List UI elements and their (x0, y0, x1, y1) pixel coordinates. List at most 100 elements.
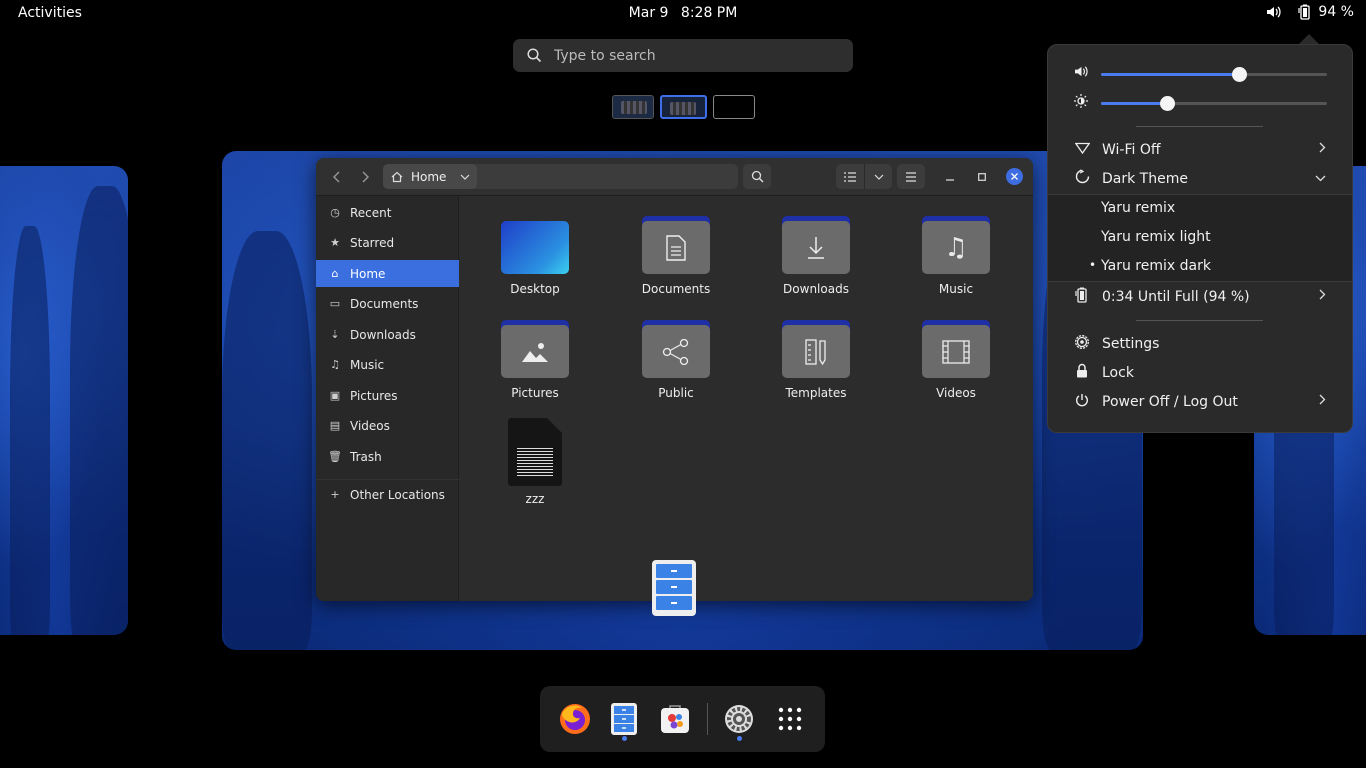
places-sidebar: ◷ Recent ★ Starred ⌂ Home ▭ Documents ⇣ … (316, 196, 459, 601)
settings-label: Settings (1102, 335, 1160, 352)
maximize-icon (978, 172, 986, 181)
sidebar-item-recent[interactable]: ◷ Recent (316, 199, 459, 226)
sidebar-item-other-locations[interactable]: + Other Locations (316, 481, 459, 508)
workspace-thumbnail-empty[interactable] (713, 95, 755, 119)
chevron-right-icon (362, 171, 369, 182)
dark-theme-label: Dark Theme (1102, 170, 1188, 187)
battery-menu-item[interactable]: 0:34 Until Full (94 %) (1048, 282, 1352, 311)
theme-option-yaru-remix-dark[interactable]: • Yaru remix dark (1089, 258, 1211, 274)
chevron-down-icon (461, 174, 470, 180)
minimize-button[interactable] (940, 164, 960, 189)
download-icon: ⇣ (330, 328, 340, 341)
lock-label: Lock (1102, 364, 1134, 381)
document-icon: ▭ (329, 297, 341, 310)
sidebar-item-home[interactable]: ⌂ Home (316, 260, 459, 287)
picture-icon: ▣ (329, 389, 341, 402)
brightness-slider[interactable] (1074, 93, 1328, 113)
wifi-menu-item[interactable]: Wi-Fi Off (1048, 135, 1352, 164)
sidebar-item-downloads[interactable]: ⇣ Downloads (316, 321, 459, 348)
plus-icon: + (330, 488, 340, 501)
battery-percent: 94 % (1318, 4, 1354, 20)
volume-slider[interactable] (1074, 64, 1328, 84)
public-folder-icon (642, 320, 710, 378)
files-window[interactable]: Home ◷ Recent ★ Starred ⌂ Home ▭ Documen… (316, 158, 1033, 601)
sidebar-item-pictures[interactable]: ▣ Pictures (316, 382, 459, 409)
sidebar-item-starred[interactable]: ★ Starred (316, 229, 459, 256)
file-item-music[interactable]: ♫ Music (901, 216, 1011, 296)
file-item-documents[interactable]: Documents (621, 216, 731, 296)
lock-icon (1074, 363, 1090, 382)
file-item-pictures[interactable]: Pictures (480, 320, 590, 400)
sidebar-item-label: Trash (350, 449, 382, 464)
power-menu-item[interactable]: Power Off / Log Out (1048, 387, 1352, 416)
brightness-fill (1101, 102, 1167, 105)
home-icon: ⌂ (331, 267, 339, 280)
brightness-knob[interactable] (1159, 96, 1175, 111)
workspace-thumbnail-active[interactable] (660, 95, 707, 119)
file-item-public[interactable]: Public (621, 320, 731, 400)
video-icon: ▤ (329, 419, 341, 432)
close-button[interactable] (1006, 168, 1023, 185)
maximize-button[interactable] (972, 164, 992, 189)
volume-knob[interactable] (1231, 67, 1247, 82)
sidebar-item-music[interactable]: ♫ Music (316, 351, 459, 378)
sidebar-item-label: Downloads (350, 327, 416, 342)
file-item-downloads[interactable]: Downloads (761, 216, 871, 296)
theme-option-yaru-remix-light[interactable]: Yaru remix light (1101, 229, 1211, 245)
chevron-left-icon (333, 171, 340, 182)
file-label: Downloads (783, 282, 849, 296)
file-item-videos[interactable]: Videos (901, 320, 1011, 400)
hamburger-icon (906, 171, 916, 182)
brightness-track[interactable] (1101, 96, 1327, 111)
workspace-thumbnail[interactable] (612, 95, 654, 119)
path-crumb-home[interactable]: Home (383, 164, 477, 189)
file-item-zzz[interactable]: zzz (480, 418, 590, 506)
app-grid-icon[interactable] (772, 701, 808, 737)
volume-track[interactable] (1101, 67, 1327, 82)
lock-menu-item[interactable]: Lock (1048, 358, 1352, 387)
wifi-off-icon (1074, 142, 1090, 158)
settings-menu-item[interactable]: Settings (1048, 329, 1352, 358)
dark-theme-menu-item[interactable]: Dark Theme (1048, 164, 1352, 193)
battery-charging-icon (1298, 4, 1311, 20)
music-icon: ♫ (330, 358, 340, 371)
view-options-button[interactable] (864, 164, 892, 189)
file-item-templates[interactable]: Templates (761, 320, 871, 400)
file-item-desktop[interactable]: Desktop (480, 216, 590, 296)
files-icon[interactable] (606, 701, 642, 737)
back-button[interactable] (326, 164, 348, 189)
theme-option-yaru-remix[interactable]: Yaru remix (1101, 200, 1175, 216)
volume-icon (1074, 65, 1089, 82)
pictures-folder-icon (501, 320, 569, 378)
battery-charging-icon (1074, 287, 1090, 307)
window-preview (621, 101, 647, 114)
main-menu-button[interactable] (897, 164, 925, 189)
file-label: zzz (525, 492, 545, 506)
menu-separator (1136, 126, 1263, 127)
sidebar-item-documents[interactable]: ▭ Documents (316, 290, 459, 317)
clock-time: 8:28 PM (680, 5, 738, 21)
file-label: Public (658, 386, 694, 400)
file-label: Videos (936, 386, 976, 400)
clock[interactable]: Mar 9 8:28 PM (0, 5, 1366, 21)
system-indicators[interactable]: 94 % (1266, 4, 1354, 20)
view-list-button[interactable] (836, 164, 864, 189)
forward-button[interactable] (354, 164, 376, 189)
firefox-icon[interactable] (557, 701, 593, 737)
sidebar-item-trash[interactable]: 🗑︎ Trash (316, 443, 459, 470)
power-label: Power Off / Log Out (1102, 393, 1238, 410)
clock-icon: ◷ (330, 206, 340, 219)
sidebar-item-videos[interactable]: ▤ Videos (316, 412, 459, 439)
dash-dock (540, 686, 825, 752)
search-input[interactable] (554, 47, 824, 64)
search-box[interactable] (513, 39, 853, 72)
workspace-previous[interactable] (0, 166, 128, 635)
settings-icon[interactable] (721, 701, 757, 737)
running-indicator (737, 736, 742, 741)
list-view-icon (844, 171, 856, 182)
volume-fill (1101, 73, 1239, 76)
software-icon[interactable] (657, 701, 693, 737)
search-button[interactable] (743, 164, 771, 189)
path-bar[interactable]: Home (383, 164, 738, 189)
volume-icon (1267, 6, 1282, 18)
